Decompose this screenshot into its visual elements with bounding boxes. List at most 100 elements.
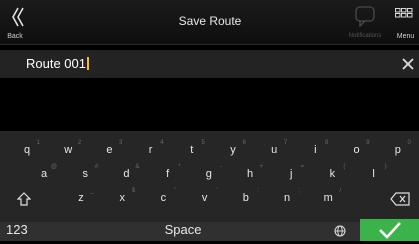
- key-p[interactable]: p0: [380, 140, 416, 162]
- clear-icon[interactable]: [400, 56, 416, 72]
- key-hint: -: [219, 164, 222, 170]
- key-label: r: [148, 144, 153, 156]
- key-m[interactable]: m /: [310, 188, 346, 210]
- key-hint: $: [131, 188, 136, 194]
- key-o[interactable]: o9: [339, 140, 375, 162]
- key-f[interactable]: f *: [150, 164, 186, 186]
- on-screen-keyboard: 123 Space q 1 w 2 e 3 r 4 t 5 y 6 u 7 i 8 o 9 p 0 a @ s # d & f * g -…: [0, 131, 419, 241]
- key-h[interactable]: h +: [232, 164, 268, 186]
- key-hint: (: [343, 164, 346, 170]
- key-hint: _: [90, 188, 94, 194]
- key-k[interactable]: k(: [314, 164, 350, 186]
- key-label: o: [353, 144, 360, 156]
- key-d[interactable]: d &: [108, 164, 144, 186]
- key-hint: 3: [119, 140, 123, 146]
- key-g[interactable]: g-: [191, 164, 227, 186]
- key-hint: 6: [242, 140, 246, 146]
- key-hint: #: [94, 164, 99, 170]
- top-bar: Back Save Route Notifications Menu: [0, 0, 419, 45]
- key-label: s: [82, 168, 88, 180]
- key-hint: +: [259, 164, 263, 170]
- menu-button[interactable]: Menu: [392, 0, 419, 44]
- route-name-input[interactable]: Route 001: [26, 56, 89, 71]
- page-title: Save Route: [178, 14, 242, 28]
- key-label: z: [78, 192, 84, 204]
- key-label: p: [394, 144, 401, 156]
- text-caret: [87, 57, 89, 70]
- double-chevron-left-icon: [12, 7, 24, 27]
- key-label: m: [323, 192, 333, 204]
- key-label: f: [166, 168, 170, 180]
- space-key[interactable]: Space: [128, 220, 238, 242]
- key-label: l: [372, 168, 375, 180]
- key-a[interactable]: a @: [26, 164, 62, 186]
- shift-key[interactable]: [4, 188, 44, 210]
- notifications-button[interactable]: Notifications: [342, 0, 388, 44]
- numbers-key[interactable]: 123: [0, 220, 66, 242]
- checkmark-icon: [379, 222, 401, 239]
- back-button[interactable]: Back: [0, 0, 44, 44]
- key-label: k: [329, 168, 336, 180]
- key-l[interactable]: l): [356, 164, 392, 186]
- key-label: i: [314, 144, 317, 156]
- key-label: y: [230, 144, 236, 156]
- key-label: t: [190, 144, 194, 156]
- key-s[interactable]: s #: [67, 164, 103, 186]
- key-label: x: [119, 192, 125, 204]
- key-hint: 2: [77, 140, 82, 146]
- key-hint: 1: [36, 140, 40, 146]
- globe-icon: [334, 225, 346, 237]
- route-name-field[interactable]: Route 001: [0, 50, 419, 78]
- key-c[interactable]: c ": [145, 188, 181, 210]
- back-label: Back: [7, 33, 23, 40]
- key-label: h: [246, 168, 254, 180]
- key-label: q: [23, 144, 31, 156]
- enter-button[interactable]: [360, 219, 419, 241]
- key-label: a: [40, 168, 48, 180]
- key-x[interactable]: x $: [104, 188, 140, 210]
- key-z[interactable]: z _: [63, 188, 99, 210]
- key-hint: 8: [325, 140, 329, 146]
- key-hint: ': [216, 188, 218, 194]
- key-r[interactable]: r4: [133, 140, 169, 162]
- key-label: g: [205, 168, 212, 180]
- backspace-icon: [390, 192, 410, 206]
- key-hint: 4: [160, 140, 164, 146]
- key-b[interactable]: b:: [228, 188, 264, 210]
- key-hint: 7: [283, 140, 288, 146]
- key-u[interactable]: u7: [256, 140, 292, 162]
- key-q[interactable]: q1: [9, 140, 45, 162]
- key-t[interactable]: t5: [174, 140, 210, 162]
- notifications-label: Notifications: [348, 33, 382, 39]
- key-label: b: [242, 192, 249, 204]
- shift-icon: [16, 192, 32, 206]
- key-i[interactable]: i8: [297, 140, 333, 162]
- key-w[interactable]: w2: [50, 140, 86, 162]
- menu-label: Menu: [396, 33, 415, 40]
- key-hint: ): [384, 164, 387, 170]
- backspace-key[interactable]: [384, 188, 416, 210]
- key-hint: /: [339, 188, 342, 194]
- key-label: e: [106, 144, 113, 156]
- key-hint: ;: [298, 188, 300, 194]
- menu-grid-icon: [395, 8, 413, 18]
- key-hint: 5: [201, 140, 205, 146]
- key-e[interactable]: e3: [91, 140, 127, 162]
- speech-bubble-icon: [355, 6, 375, 27]
- key-label: v: [201, 192, 208, 204]
- key-y[interactable]: y6: [215, 140, 251, 162]
- route-name-value: Route 001: [26, 56, 86, 71]
- key-label: w: [64, 144, 73, 156]
- key-label: u: [271, 144, 278, 156]
- key-j[interactable]: j =: [273, 164, 309, 186]
- key-hint: :: [257, 188, 259, 194]
- key-v[interactable]: v ': [187, 188, 223, 210]
- key-label: c: [160, 192, 167, 204]
- key-hint: 9: [366, 140, 370, 146]
- key-label: d: [123, 168, 130, 180]
- key-hint: ": [174, 188, 177, 194]
- key-hint: &: [135, 164, 140, 170]
- key-n[interactable]: n;: [269, 188, 305, 210]
- language-key[interactable]: [330, 220, 350, 242]
- key-hint: @: [50, 164, 57, 170]
